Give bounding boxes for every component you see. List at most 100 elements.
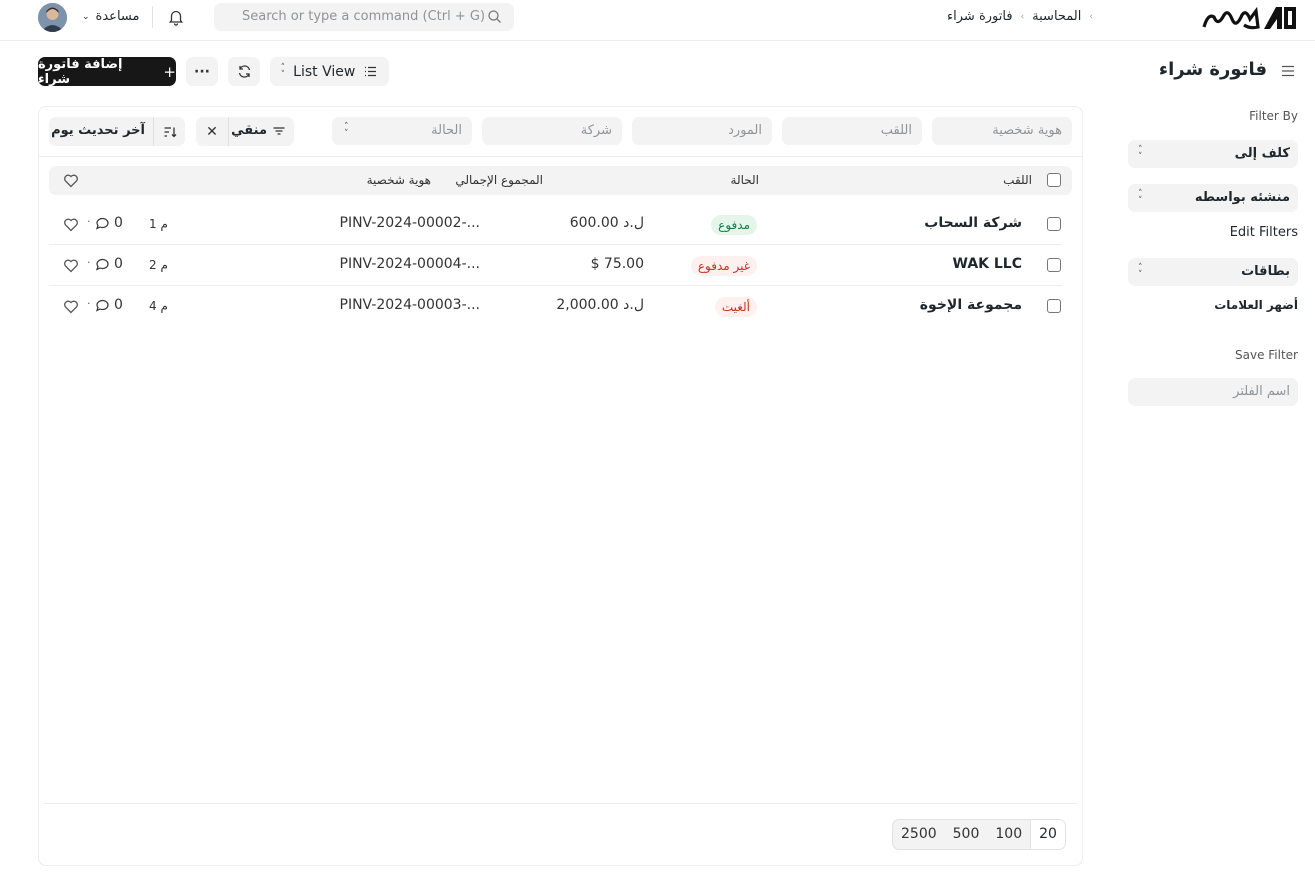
id-filter-input[interactable]: هوية شخصية bbox=[932, 117, 1072, 145]
table-row[interactable]: WAK LLC غير مدفوع $ 75.00 PINV-2024-0000… bbox=[49, 245, 1062, 286]
select-arrows-icon: ˄ ˅ bbox=[280, 62, 286, 80]
status-badge: مدفوع bbox=[711, 215, 757, 235]
separator-dot: · bbox=[87, 297, 91, 310]
select-arrows-icon: ˄ ˅ bbox=[1138, 189, 1143, 206]
select-arrows-icon: ˄ ˅ bbox=[344, 122, 349, 139]
notification-bell-icon[interactable] bbox=[167, 8, 185, 26]
help-menu[interactable]: ⌄ مساعدة bbox=[82, 9, 139, 24]
refresh-button[interactable] bbox=[228, 57, 260, 86]
assigned-to-label: كلف إلى bbox=[1234, 146, 1290, 161]
add-purchase-invoice-button[interactable]: + إضافة فاتورة شراء bbox=[38, 56, 176, 87]
tags-select[interactable]: ˄ ˅ بطاقات bbox=[1128, 258, 1298, 286]
select-arrows-icon: ˄ ˅ bbox=[1138, 263, 1143, 280]
list-icon bbox=[365, 66, 377, 77]
filter-name-input[interactable]: اسم الفلتر bbox=[1128, 378, 1298, 406]
breadcrumb: ‹ المحاسبة ‹ فاتورة شراء bbox=[947, 9, 1093, 24]
filter-icon bbox=[273, 126, 285, 135]
row-id: PINV-2024-00004-... bbox=[339, 256, 480, 272]
row-checkbox[interactable] bbox=[1047, 217, 1061, 231]
row-comments[interactable]: 0 bbox=[95, 256, 123, 272]
row-id: PINV-2024-00003-... bbox=[339, 297, 480, 313]
edit-filters-link[interactable]: Edit Filters bbox=[1230, 225, 1298, 240]
row-title[interactable]: WAK LLC bbox=[953, 256, 1023, 272]
filter-button[interactable]: ✕ منقي bbox=[196, 117, 294, 146]
select-all-checkbox[interactable] bbox=[1047, 173, 1061, 187]
plus-icon: + bbox=[163, 62, 176, 81]
created-by-label: منشئه بواسطه bbox=[1194, 190, 1290, 205]
sort-order-icon[interactable] bbox=[153, 117, 185, 146]
status-badge: ألغيت bbox=[714, 297, 757, 317]
add-button-label: إضافة فاتورة شراء bbox=[38, 56, 123, 87]
filter-label: منقي bbox=[231, 123, 267, 138]
comment-icon bbox=[95, 258, 109, 271]
filter-name-placeholder: اسم الفلتر bbox=[1233, 384, 1290, 399]
list-header: اللقب الحالة المجموع الإجمالي هوية شخصية bbox=[49, 166, 1072, 195]
breadcrumb-purchase-invoice[interactable]: فاتورة شراء bbox=[947, 9, 1013, 24]
row-comments[interactable]: 0 bbox=[95, 297, 123, 313]
select-arrows-icon: ˄ ˅ bbox=[1138, 145, 1143, 162]
save-filter-label: Save Filter bbox=[1235, 348, 1298, 362]
page-length-20[interactable]: 20 bbox=[1030, 820, 1065, 849]
more-actions-button[interactable]: ··· bbox=[186, 57, 218, 86]
row-id: PINV-2024-00002-... bbox=[339, 215, 480, 231]
supplier-filter-placeholder: المورد bbox=[728, 123, 762, 138]
page-length-100[interactable]: 100 bbox=[987, 820, 1030, 849]
supplier-filter-input[interactable]: المورد bbox=[632, 117, 772, 145]
page-length-selector: 2500 500 100 20 bbox=[892, 819, 1066, 850]
like-heart-icon bbox=[64, 174, 78, 188]
comment-count: 0 bbox=[114, 256, 123, 272]
tags-label: بطاقات bbox=[1241, 264, 1290, 279]
row-modified-time: 4 م bbox=[149, 299, 168, 313]
row-checkbox[interactable] bbox=[1047, 258, 1061, 272]
app-logo[interactable] bbox=[1200, 3, 1298, 33]
assigned-to-select[interactable]: ˄ ˅ كلف إلى bbox=[1128, 140, 1298, 168]
view-switcher-button[interactable]: ˄ ˅ List View bbox=[270, 57, 389, 86]
clear-filter-icon[interactable]: ✕ bbox=[196, 117, 229, 146]
sort-button[interactable]: آخر تحديث يوم bbox=[49, 117, 185, 146]
navbar: ⌄ مساعدة Search or type a command (Ctrl … bbox=[0, 0, 1315, 41]
row-modified-time: 1 م bbox=[149, 217, 168, 231]
table-row[interactable]: شركة السحاب مدفوع ل.د 600.00 PINV-2024-0… bbox=[49, 204, 1062, 245]
company-filter-input[interactable]: شركة bbox=[482, 117, 622, 145]
like-heart-icon bbox=[64, 259, 78, 273]
page-title: فاتورة شراء bbox=[1158, 59, 1267, 80]
list-card: هوية شخصية اللقب المورد شركة ˄ ˅ الحالة ✕… bbox=[38, 106, 1083, 866]
header-id: هوية شخصية bbox=[366, 173, 431, 187]
separator-dot: · bbox=[87, 256, 91, 269]
title-filter-input[interactable]: اللقب bbox=[782, 117, 922, 145]
comment-count: 0 bbox=[114, 215, 123, 231]
created-by-select[interactable]: ˄ ˅ منشئه بواسطه bbox=[1128, 184, 1298, 212]
breadcrumb-accounting[interactable]: المحاسبة bbox=[1032, 9, 1081, 24]
status-badge: غير مدفوع bbox=[690, 256, 757, 276]
chevron-left-icon: ‹ bbox=[1089, 11, 1093, 22]
row-title[interactable]: مجموعة الإخوة bbox=[920, 297, 1022, 313]
sort-label: آخر تحديث يوم bbox=[51, 123, 145, 138]
row-checkbox[interactable] bbox=[1047, 299, 1061, 313]
header-status: الحالة bbox=[730, 173, 759, 187]
popular-tags-link[interactable]: أضهر العلامات bbox=[1214, 298, 1298, 312]
divider bbox=[39, 156, 1082, 157]
search-placeholder: Search or type a command (Ctrl + G) bbox=[242, 9, 486, 24]
help-label: مساعدة bbox=[95, 9, 140, 24]
comment-icon bbox=[95, 299, 109, 312]
divider bbox=[44, 803, 1077, 804]
row-title[interactable]: شركة السحاب bbox=[924, 215, 1022, 231]
page-length-500[interactable]: 500 bbox=[945, 820, 988, 849]
status-filter-select[interactable]: ˄ ˅ الحالة bbox=[332, 117, 472, 145]
like-heart-icon bbox=[64, 300, 78, 314]
title-filter-placeholder: اللقب bbox=[880, 123, 912, 138]
row-amount: $ 75.00 bbox=[590, 256, 644, 272]
like-heart-icon bbox=[64, 218, 78, 232]
comment-icon bbox=[95, 217, 109, 230]
separator-dot: · bbox=[87, 215, 91, 228]
user-avatar[interactable] bbox=[38, 3, 67, 32]
search-bar[interactable]: Search or type a command (Ctrl + G) bbox=[214, 3, 514, 31]
row-comments[interactable]: 0 bbox=[95, 215, 123, 231]
table-row[interactable]: مجموعة الإخوة ألغيت ل.د 2,000.00 PINV-20… bbox=[49, 286, 1062, 327]
chevron-left-icon: ‹ bbox=[1020, 11, 1025, 22]
page-length-2500[interactable]: 2500 bbox=[893, 820, 945, 849]
sidebar-toggle-icon[interactable] bbox=[1280, 63, 1296, 79]
comment-count: 0 bbox=[114, 297, 123, 313]
search-icon bbox=[487, 9, 502, 24]
view-label: List View bbox=[293, 63, 356, 80]
